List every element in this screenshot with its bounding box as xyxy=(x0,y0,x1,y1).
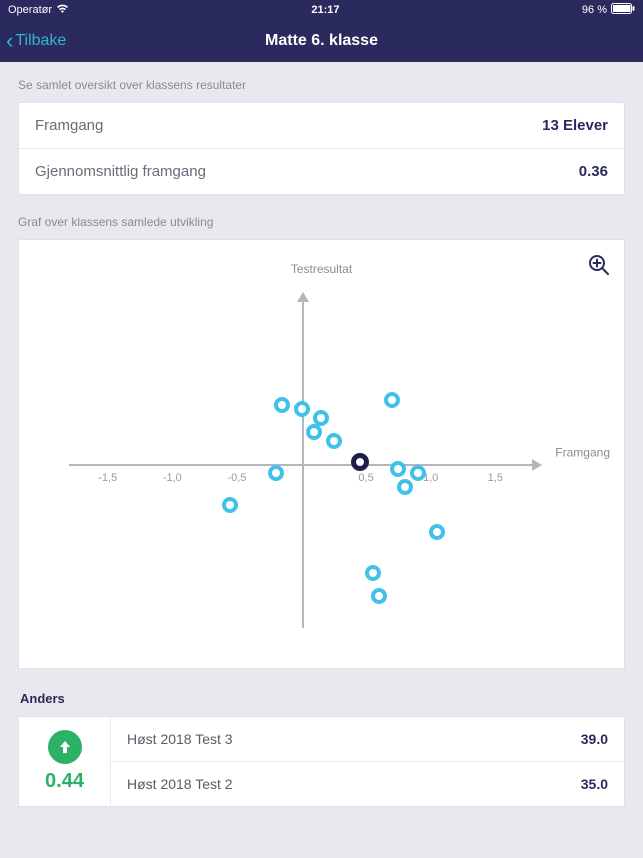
data-point[interactable] xyxy=(371,588,387,604)
data-point[interactable] xyxy=(306,424,322,440)
y-axis xyxy=(302,300,304,628)
x-tick: 0,5 xyxy=(358,472,373,484)
student-card[interactable]: 0.44 Høst 2018 Test 3 39.0 Høst 2018 Tes… xyxy=(18,716,625,807)
status-bar: Operatør 21:17 96 % xyxy=(0,0,643,20)
data-point[interactable] xyxy=(274,397,290,413)
test-score: 35.0 xyxy=(581,776,608,792)
student-progress-value: 0.44 xyxy=(45,770,84,793)
data-point[interactable] xyxy=(351,453,369,471)
wifi-icon xyxy=(56,4,69,17)
x-tick: -0,5 xyxy=(227,472,246,484)
data-point[interactable] xyxy=(294,401,310,417)
x-tick: -1,5 xyxy=(98,472,117,484)
data-point[interactable] xyxy=(384,392,400,408)
battery-pct: 96 % xyxy=(582,4,607,16)
data-point[interactable] xyxy=(365,565,381,581)
stat-value: 0.36 xyxy=(579,163,608,180)
test-score: 39.0 xyxy=(581,731,608,747)
overview-section-label: Se samlet oversikt over klassens resulta… xyxy=(18,78,625,92)
data-point[interactable] xyxy=(390,461,406,477)
arrow-up-badge-icon xyxy=(48,730,82,764)
data-point[interactable] xyxy=(222,497,238,513)
chart-section-label: Graf over klassens samlede utvikling xyxy=(18,215,625,229)
stat-label: Framgang xyxy=(35,117,103,134)
carrier-label: Operatør xyxy=(8,4,52,16)
student-progress-cell: 0.44 xyxy=(19,717,111,806)
clock: 21:17 xyxy=(311,4,339,16)
overview-card: Framgang 13 Elever Gjennomsnittlig framg… xyxy=(18,102,625,195)
chevron-left-icon: ‹ xyxy=(6,30,13,52)
stat-row: Framgang 13 Elever xyxy=(19,103,624,149)
x-tick: -1,0 xyxy=(163,472,182,484)
stat-value: 13 Elever xyxy=(542,117,608,134)
scatter-plot: -1,5-1,0-0,50,51,01,5 xyxy=(69,300,534,628)
stat-label: Gjennomsnittlig framgang xyxy=(35,163,206,180)
test-row: Høst 2018 Test 2 35.0 xyxy=(111,762,624,806)
data-point[interactable] xyxy=(268,465,284,481)
zoom-in-icon[interactable] xyxy=(588,254,610,281)
data-point[interactable] xyxy=(429,524,445,540)
test-name: Høst 2018 Test 2 xyxy=(127,776,233,792)
x-axis-label: Framgang xyxy=(555,446,610,460)
data-point[interactable] xyxy=(326,433,342,449)
stat-row: Gjennomsnittlig framgang 0.36 xyxy=(19,149,624,194)
test-row: Høst 2018 Test 3 39.0 xyxy=(111,717,624,762)
back-button[interactable]: ‹ Tilbake xyxy=(0,30,66,52)
x-tick: 1,5 xyxy=(488,472,503,484)
test-name: Høst 2018 Test 3 xyxy=(127,731,233,747)
data-point[interactable] xyxy=(410,465,426,481)
y-axis-label: Testresultat xyxy=(291,262,352,276)
student-section: Anders 0.44 Høst 2018 Test 3 39.0 Høst 2… xyxy=(18,691,625,807)
page-title: Matte 6. klasse xyxy=(265,32,378,50)
chart-card: Testresultat Framgang -1,5-1,0-0,50,51,0… xyxy=(18,239,625,669)
battery-icon xyxy=(611,3,635,17)
back-label: Tilbake xyxy=(15,32,66,50)
data-point[interactable] xyxy=(397,479,413,495)
nav-bar: ‹ Tilbake Matte 6. klasse xyxy=(0,20,643,62)
student-name: Anders xyxy=(18,691,625,706)
